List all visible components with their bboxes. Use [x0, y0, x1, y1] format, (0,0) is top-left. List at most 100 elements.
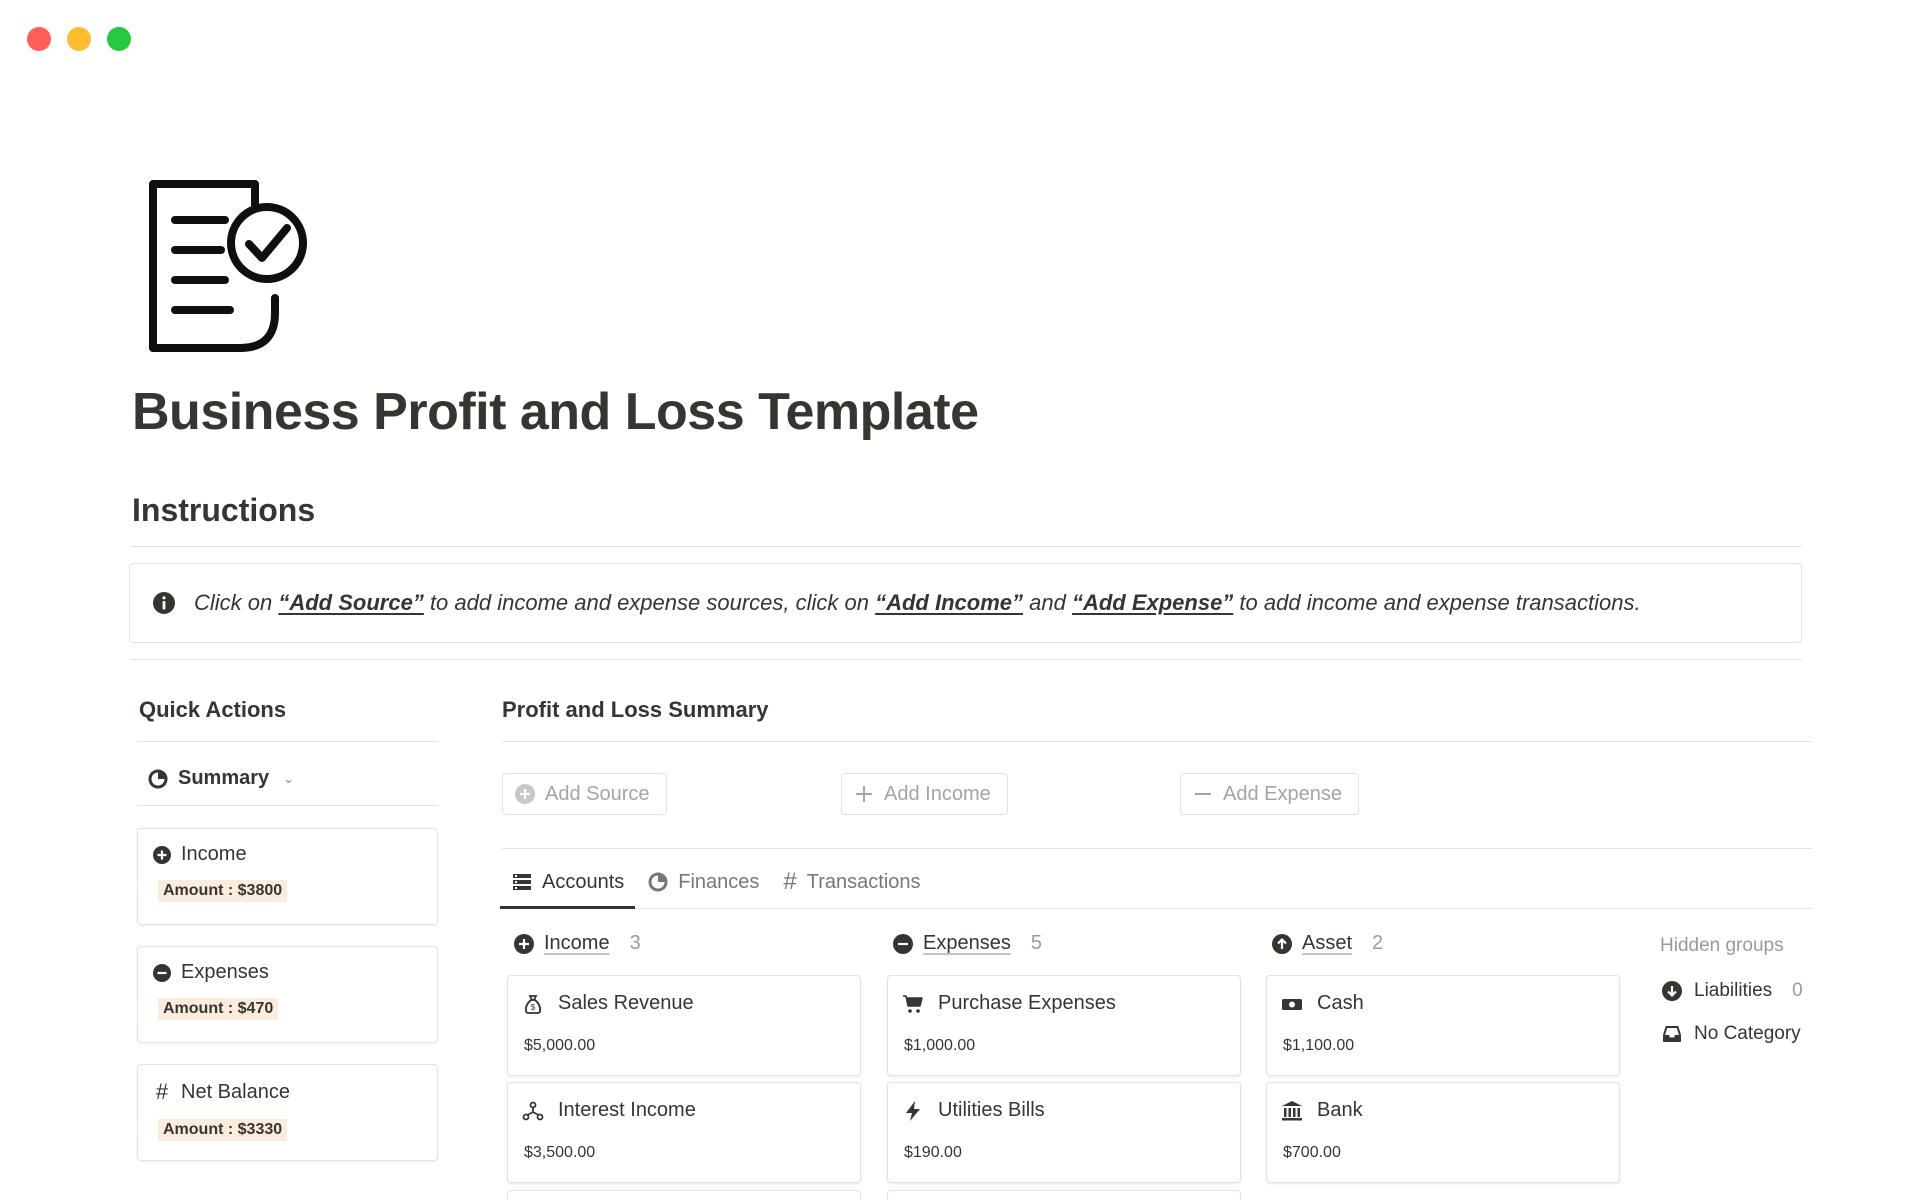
checklist-document-icon[interactable] — [145, 178, 315, 353]
expenses-quick-card[interactable]: Expenses Amount : $470 — [137, 946, 438, 1043]
account-card[interactable]: Bank $700.00 — [1266, 1082, 1620, 1183]
account-value: $3,500.00 — [524, 1144, 596, 1161]
account-value: $1,100.00 — [1283, 1037, 1355, 1054]
quick-card-label: Expenses — [181, 961, 269, 983]
divider — [137, 741, 438, 742]
minus-circle-icon — [153, 963, 171, 982]
account-name: Sales Revenue — [558, 992, 694, 1014]
tab-label: Finances — [678, 870, 760, 893]
group-label: Expenses — [923, 932, 1011, 954]
hidden-group-liabilities[interactable]: Liabilities 0 — [1662, 980, 1803, 1002]
quick-card-amount: Amount : $470 — [158, 998, 279, 1020]
pie-chart-icon — [148, 769, 168, 788]
quick-card-label: Income — [181, 843, 247, 865]
instructions-callout: Click on “Add Source” to add income and … — [129, 563, 1802, 643]
quick-card-amount: Amount : $3330 — [158, 1119, 288, 1141]
divider — [502, 741, 1812, 742]
window-controls — [27, 27, 131, 51]
tab-label: Accounts — [542, 870, 625, 893]
divider — [131, 659, 1802, 660]
plus-circle-icon — [515, 784, 535, 804]
divider — [131, 546, 1802, 547]
account-card[interactable] — [887, 1190, 1241, 1200]
group-count: 3 — [629, 932, 641, 954]
callout-text-part: Click on — [194, 590, 279, 615]
tab-accounts[interactable]: Accounts — [500, 860, 636, 906]
quick-card-amount: Amount : $3800 — [158, 880, 288, 902]
group-label: Income — [544, 932, 610, 954]
account-name: Purchase Expenses — [938, 992, 1116, 1014]
bank-icon — [1282, 1100, 1302, 1120]
tab-label: Transactions — [806, 870, 921, 893]
hidden-group-label: Liabilities — [1694, 980, 1773, 1001]
callout-text-part: to add income and expense sources, click… — [423, 590, 876, 615]
chevron-down-icon: ⌄ — [283, 770, 295, 786]
close-window-button[interactable] — [27, 27, 51, 51]
quick-actions-title: Quick Actions — [139, 697, 287, 722]
group-label: Asset — [1302, 932, 1353, 954]
inbox-icon — [1663, 1026, 1681, 1042]
account-card[interactable] — [507, 1190, 861, 1200]
group-header-income[interactable]: Income 3 — [514, 932, 641, 955]
plus-circle-icon — [153, 845, 171, 864]
add-expense-label: Add Expense — [1223, 782, 1342, 805]
account-value: $190.00 — [904, 1144, 962, 1161]
svg-text:$: $ — [531, 1003, 536, 1012]
callout-text-part: and — [1023, 590, 1072, 615]
add-source-button[interactable]: Add Source — [502, 773, 667, 815]
income-quick-card[interactable]: Income Amount : $3800 — [137, 828, 438, 925]
add-income-label: Add Income — [884, 782, 991, 805]
arrow-down-circle-icon — [1662, 981, 1682, 1001]
group-header-asset[interactable]: Asset 2 — [1272, 932, 1383, 955]
network-icon — [522, 1101, 544, 1120]
add-expense-reference: “Add Expense” — [1071, 590, 1234, 615]
add-income-reference: “Add Income” — [875, 590, 1023, 615]
quick-card-label: Net Balance — [181, 1080, 290, 1103]
account-card[interactable]: Utilities Bills $190.00 — [887, 1082, 1241, 1183]
summary-title: Profit and Loss Summary — [502, 697, 769, 722]
account-name: Cash — [1317, 992, 1364, 1014]
account-name: Interest Income — [558, 1099, 696, 1121]
group-header-expenses[interactable]: Expenses 5 — [893, 932, 1042, 955]
list-icon — [513, 874, 531, 890]
tab-transactions[interactable]: # Transactions — [771, 860, 932, 906]
divider — [137, 805, 438, 806]
divider — [502, 848, 1812, 849]
callout-text-part: to add income and expense transactions. — [1233, 590, 1641, 615]
group-count: 2 — [1372, 932, 1384, 954]
callout-text: Click on “Add Source” to add income and … — [194, 590, 1641, 616]
hidden-groups-title: Hidden groups — [1660, 935, 1784, 956]
account-name: Utilities Bills — [938, 1099, 1045, 1121]
plus-circle-icon — [514, 933, 534, 954]
hidden-group-no-category[interactable]: No Category — [1662, 1023, 1801, 1045]
info-icon — [153, 592, 175, 614]
plus-icon — [856, 786, 872, 802]
hash-icon: # — [155, 1079, 169, 1104]
tab-finances[interactable]: Finances — [636, 860, 771, 906]
summary-view-selector[interactable]: Summary ⌄ — [148, 767, 294, 790]
account-card[interactable]: Cash $1,100.00 — [1266, 975, 1620, 1076]
minus-icon — [1195, 793, 1211, 795]
add-income-button[interactable]: Add Income — [841, 773, 1008, 815]
divider — [502, 908, 1812, 909]
account-card[interactable]: $ Sales Revenue $5,000.00 — [507, 975, 861, 1076]
summary-view-label: Summary — [178, 767, 270, 789]
arrow-up-circle-icon — [1272, 933, 1292, 954]
net-balance-quick-card[interactable]: # Net Balance Amount : $3330 — [137, 1064, 438, 1161]
maximize-window-button[interactable] — [107, 27, 131, 51]
minimize-window-button[interactable] — [67, 27, 91, 51]
view-tabs: Accounts Finances # Transactions — [500, 860, 933, 906]
page-title[interactable]: Business Profit and Loss Template — [132, 382, 979, 442]
account-card[interactable]: Purchase Expenses $1,000.00 — [887, 975, 1241, 1076]
active-tab-indicator — [500, 906, 635, 909]
pie-chart-icon — [648, 872, 668, 892]
add-expense-button[interactable]: Add Expense — [1180, 773, 1359, 815]
account-card[interactable]: Interest Income $3,500.00 — [507, 1082, 861, 1183]
cash-icon — [1282, 998, 1302, 1010]
account-name: Bank — [1317, 1099, 1363, 1121]
account-value: $1,000.00 — [904, 1037, 976, 1054]
hidden-group-count: 0 — [1792, 980, 1803, 1001]
minus-circle-icon — [893, 933, 913, 954]
add-source-label: Add Source — [545, 782, 650, 805]
group-count: 5 — [1030, 932, 1042, 954]
